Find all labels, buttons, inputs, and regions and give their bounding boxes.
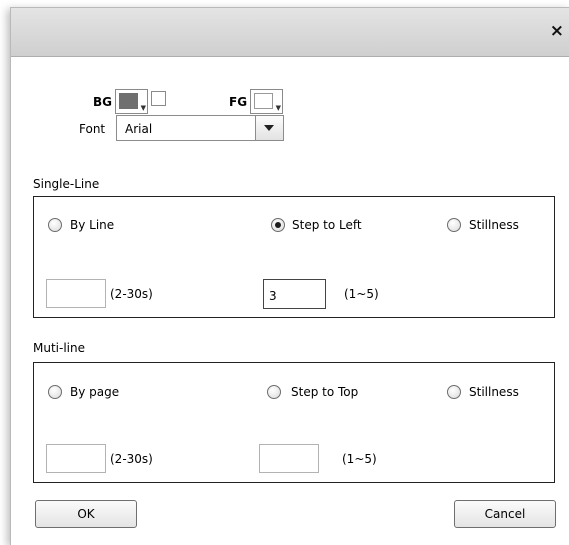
font-dropdown-button[interactable] [255, 116, 283, 140]
fg-color-swatch[interactable]: ▼ [250, 89, 283, 114]
radio-by-page[interactable] [48, 385, 62, 399]
multi-line-step-hint: (1~5) [342, 452, 377, 466]
radio-step-to-top-label[interactable]: Step to Top [291, 385, 358, 399]
font-label: Font [79, 122, 106, 136]
title-bar: × [11, 8, 569, 57]
fg-label: FG [229, 95, 248, 109]
font-select-value: Arial [125, 122, 153, 136]
close-icon[interactable]: × [550, 22, 564, 40]
bg-color-fill [119, 93, 138, 109]
multi-line-time-input[interactable] [46, 444, 106, 473]
fg-color-fill [254, 93, 273, 109]
bg-transparent-checkbox[interactable] [151, 91, 166, 106]
single-line-step-input[interactable] [263, 279, 326, 309]
chevron-down-icon [264, 125, 274, 131]
single-line-time-input[interactable] [46, 279, 106, 308]
font-select[interactable]: Arial [116, 115, 284, 141]
radio-by-page-label[interactable]: By page [70, 385, 119, 399]
multi-line-step-input[interactable] [259, 444, 319, 473]
multi-line-time-hint: (2-30s) [110, 452, 153, 466]
radio-multi-stillness-label[interactable]: Stillness [469, 385, 519, 399]
radio-step-to-top[interactable] [267, 385, 281, 399]
radio-single-stillness[interactable] [447, 218, 461, 232]
chevron-down-icon: ▼ [275, 104, 281, 112]
cancel-button[interactable]: Cancel [454, 500, 556, 528]
radio-step-to-left[interactable] [271, 218, 285, 232]
ok-button[interactable]: OK [35, 500, 137, 528]
radio-multi-stillness[interactable] [447, 385, 461, 399]
multi-line-title: Muti-line [33, 341, 85, 355]
bg-label: BG [93, 95, 112, 109]
radio-by-line-label[interactable]: By Line [70, 218, 114, 232]
single-line-time-hint: (2-30s) [110, 287, 153, 301]
chevron-down-icon: ▼ [140, 104, 146, 112]
radio-by-line[interactable] [48, 218, 62, 232]
bg-color-swatch[interactable]: ▼ [115, 89, 148, 114]
single-line-title: Single-Line [33, 177, 100, 191]
radio-step-to-left-label[interactable]: Step to Left [292, 218, 362, 232]
radio-single-stillness-label[interactable]: Stillness [469, 218, 519, 232]
single-line-step-hint: (1~5) [344, 287, 379, 301]
